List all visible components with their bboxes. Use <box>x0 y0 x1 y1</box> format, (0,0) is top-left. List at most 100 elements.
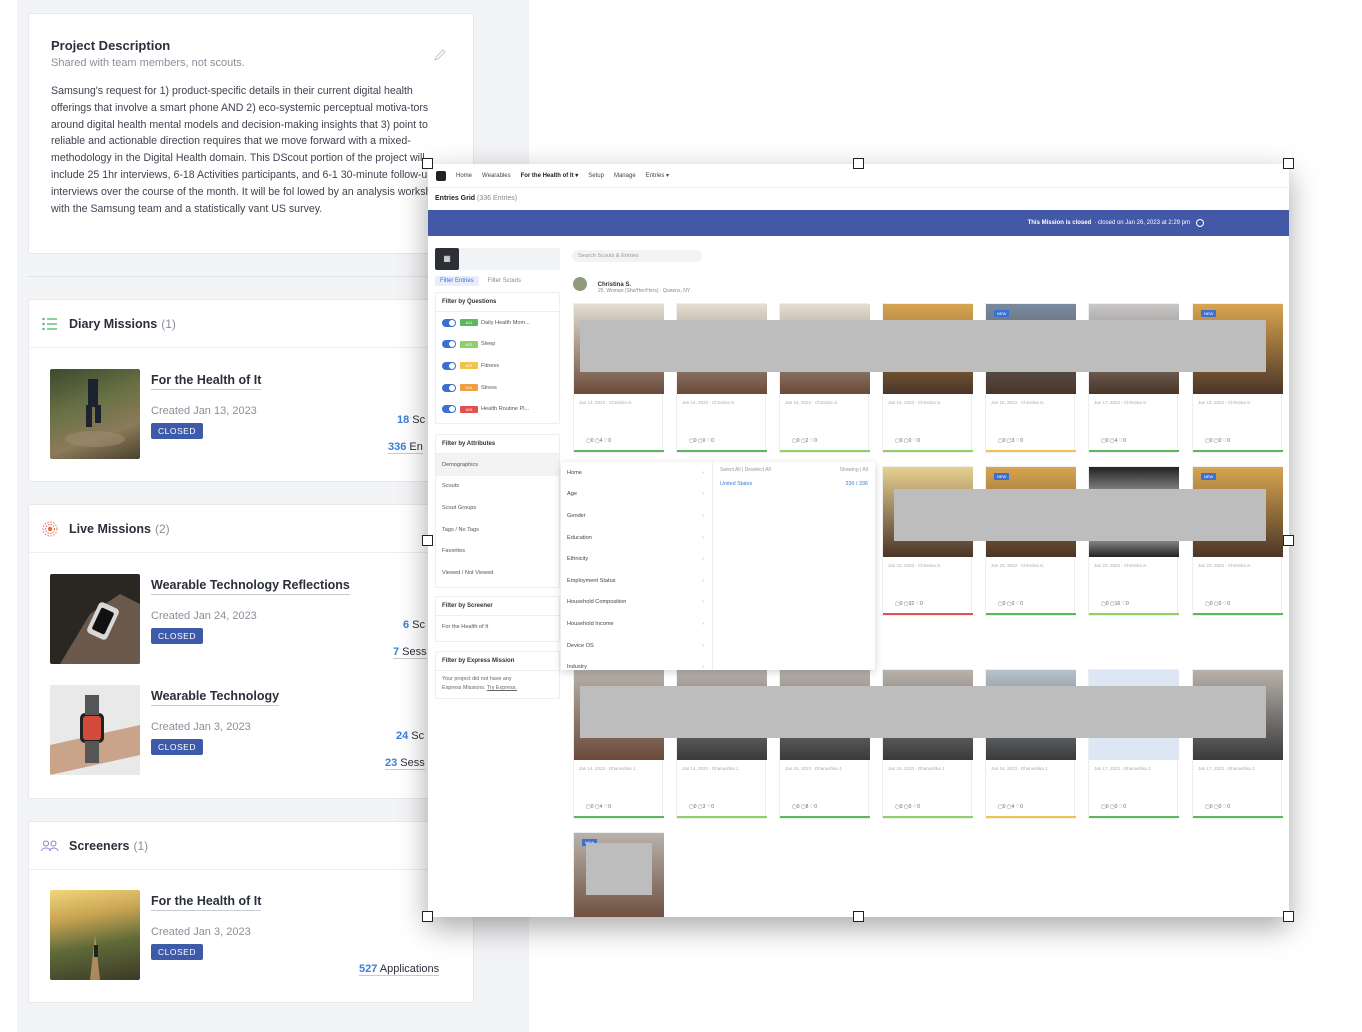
question-color-bar <box>780 816 870 818</box>
mission-item[interactable]: For the Health of It Created Jan 13, 202… <box>50 369 470 459</box>
resize-handle[interactable] <box>853 911 864 922</box>
closed-banner: This Mission is closed · closed on Jan 26… <box>428 210 1289 236</box>
sessions-stat[interactable]: 7 Sess <box>393 646 427 659</box>
mission-title[interactable]: Wearable Technology Reflections <box>151 578 350 595</box>
attribute-filter-item[interactable]: Viewed / Not Viewed <box>436 562 559 584</box>
attribute-filter-item[interactable]: Scout Groups <box>436 497 559 519</box>
entry-counts: ▢0 ▢2 ♡0 <box>792 438 818 444</box>
project-description-subtitle: Shared with team members, not scouts. <box>51 57 245 69</box>
question-tag: #15 <box>460 405 478 413</box>
tab-filter-scouts[interactable]: Filter Scouts <box>483 276 526 286</box>
sessions-stat[interactable]: 23 Sess <box>385 757 425 770</box>
demographic-menu-item[interactable]: Age › <box>561 484 712 506</box>
demographics-dropdown: Home › Age › Gender › Education › Ethnicity › Empl… <box>561 462 875 670</box>
demographic-menu-item[interactable]: Gender › <box>561 505 712 527</box>
entry-caption: Jan 14, 2023 · Christina S. <box>579 400 633 405</box>
edit-pencil-icon[interactable] <box>433 48 447 62</box>
demographic-menu-item[interactable]: Industry › <box>561 656 712 678</box>
entries-stat[interactable]: 336 En <box>388 441 423 454</box>
mission-title[interactable]: For the Health of It <box>151 373 262 390</box>
mission-item[interactable]: Wearable Technology Created Jan 3, 2023 … <box>50 685 470 775</box>
entry-caption: Jan 16, 2023 · Dhanushka J. <box>991 766 1049 771</box>
entry-counts: ▢0 ▢0 ♡0 <box>895 804 921 810</box>
demographic-menu-item[interactable]: Household Composition › <box>561 592 712 614</box>
attribute-filter-item[interactable]: Demographics <box>436 454 559 476</box>
app-logo-icon[interactable] <box>436 170 446 181</box>
entry-counts: ▢0 ▢0 ♡0 <box>1205 601 1231 607</box>
toggle-switch[interactable] <box>442 383 456 392</box>
entry-counts: ▢0 ▢3 ♡0 <box>689 804 715 810</box>
nav-item[interactable]: Manage <box>614 173 636 179</box>
toggle-switch[interactable] <box>442 340 456 349</box>
section-count: (2) <box>154 521 170 536</box>
info-icon <box>1196 219 1204 227</box>
mission-created-date: Created Jan 24, 2023 <box>151 610 257 622</box>
entries-grid-screenshot[interactable]: Home Wearables For the Health of It ▾ Se… <box>428 164 1289 917</box>
live-missions-card: Live Missions (2) Wearable Technology Re… <box>28 504 475 799</box>
question-color-bar <box>986 816 1076 818</box>
demographic-menu-item[interactable]: Ethnicity › <box>561 548 712 570</box>
mission-item[interactable]: For the Health of It Created Jan 3, 2023… <box>50 890 470 980</box>
demographic-menu-item[interactable]: Household Income › <box>561 613 712 635</box>
section-title: Live Missions <box>69 521 151 536</box>
demographic-menu-item[interactable]: Device OS › <box>561 635 712 657</box>
mission-created-date: Created Jan 13, 2023 <box>151 405 257 417</box>
resize-handle[interactable] <box>422 911 433 922</box>
question-color-bar <box>883 613 973 615</box>
question-filter-row[interactable]: #13 Fitness <box>436 355 559 377</box>
entries-grid-title: Entries Grid (336 Entries) <box>435 195 518 202</box>
question-filter-row[interactable]: #14 Stress <box>436 377 559 399</box>
question-filter-row[interactable]: #12 Sleep <box>436 334 559 356</box>
search-input[interactable]: Search Scouts & Entries <box>572 250 702 262</box>
entry-caption: Jan 17, 2023 · Dhanushka J. <box>1094 766 1152 771</box>
project-description-title: Project Description <box>51 38 171 53</box>
nav-item[interactable]: Wearables <box>482 173 511 179</box>
nav-item[interactable]: Entries ▾ <box>646 172 669 179</box>
nav-item[interactable]: For the Health of It ▾ <box>521 172 579 179</box>
entry-counts: ▢0 ▢0 ♡0 <box>895 438 921 444</box>
resize-handle[interactable] <box>422 535 433 546</box>
mission-title[interactable]: For the Health of It <box>151 894 262 911</box>
filter-tabs: Filter Entries Filter Scouts <box>435 276 530 286</box>
resize-handle[interactable] <box>1283 158 1294 169</box>
applications-stat[interactable]: 527 Applications <box>359 963 440 976</box>
toggle-switch[interactable] <box>442 405 456 414</box>
live-missions-header: Live Missions (2) <box>29 505 475 553</box>
resize-handle[interactable] <box>422 158 433 169</box>
express-note: Your project did not have any Express Mis… <box>442 676 517 691</box>
view-toggle[interactable]: ▦ <box>435 248 560 270</box>
mission-item[interactable]: Wearable Technology Reflections Created … <box>50 574 470 664</box>
question-filter-row[interactable]: #15 Health Routine Pl... <box>436 398 559 420</box>
scouts-stat[interactable]: 18 Sc <box>397 414 425 426</box>
resize-handle[interactable] <box>1283 535 1294 546</box>
try-express-link[interactable]: Try Express. <box>487 685 517 691</box>
live-icon <box>41 521 59 537</box>
entry-caption: Jan 23, 2023 · Christina S. <box>1198 563 1252 568</box>
attribute-filter-item[interactable]: Favorites <box>436 540 559 562</box>
scouts-stat[interactable]: 6 Sc <box>403 619 425 631</box>
screener-item[interactable]: For the Health of It <box>436 616 559 638</box>
attribute-filter-item[interactable]: Scouts <box>436 476 559 498</box>
grid-view-icon[interactable]: ▦ <box>435 248 459 270</box>
question-filter-row[interactable]: #11 Daily Health Mom... <box>436 312 559 334</box>
entry-caption: Jan 14, 2023 · Dhanushka J. <box>579 766 637 771</box>
toggle-switch[interactable] <box>442 361 456 370</box>
question-color-bar <box>574 450 664 452</box>
resize-handle[interactable] <box>853 158 864 169</box>
entry-counts: ▢0 ▢16 ♡0 <box>1101 601 1129 607</box>
scouts-stat[interactable]: 24 Sc <box>396 730 424 742</box>
demographic-menu-item[interactable]: Employment Status › <box>561 570 712 592</box>
mission-title[interactable]: Wearable Technology <box>151 689 280 706</box>
nav-item[interactable]: Home <box>456 173 472 179</box>
question-color-bar <box>883 450 973 452</box>
country-option[interactable]: United States 336 / 336 <box>714 478 874 490</box>
toggle-switch[interactable] <box>442 318 456 327</box>
new-badge: NEW <box>1201 310 1217 317</box>
attribute-filter-item[interactable]: Tags / No Tags <box>436 519 559 541</box>
nav-item[interactable]: Setup <box>588 173 604 179</box>
demographic-menu-item[interactable]: Education › <box>561 527 712 549</box>
demographic-menu-item[interactable]: Home › <box>561 462 712 484</box>
tab-filter-entries[interactable]: Filter Entries <box>435 276 479 286</box>
new-badge: NEW <box>994 310 1010 317</box>
resize-handle[interactable] <box>1283 911 1294 922</box>
